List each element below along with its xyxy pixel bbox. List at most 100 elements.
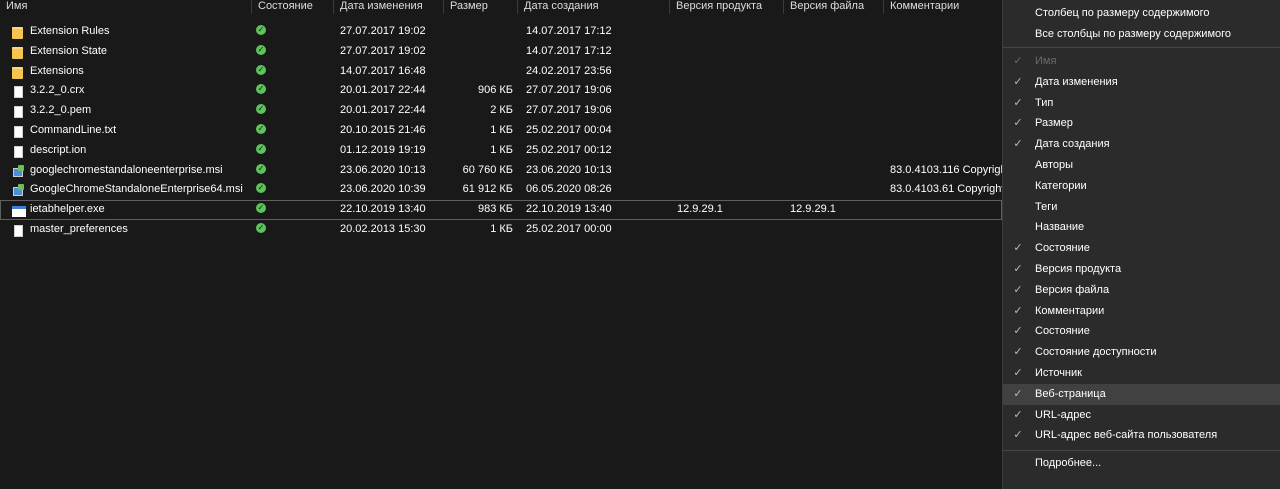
menu-item-column-toggle[interactable]: ✓ URL-адрес [1003, 405, 1280, 426]
text-file-icon [14, 126, 23, 139]
menu-item-column-toggle[interactable]: Название [1003, 217, 1280, 238]
file-product-version: 12.9.29.1 [677, 203, 723, 216]
menu-item-column-toggle[interactable]: Категории [1003, 176, 1280, 197]
column-header-comments[interactable]: Комментарии [884, 0, 1002, 14]
installer-icon [12, 184, 26, 197]
menu-item-column-toggle[interactable]: ✓ Состояние [1003, 238, 1280, 259]
file-name: GoogleChromeStandaloneEnterprise64.msi [30, 183, 243, 196]
menu-item-column-toggle[interactable]: ✓ Дата изменения [1003, 72, 1280, 93]
menu-item-more[interactable]: Подробнее... [1003, 453, 1280, 474]
menu-item-label: Комментарии [1035, 304, 1105, 317]
file-created: 25.02.2017 00:04 [526, 123, 612, 136]
file-product-version [677, 180, 787, 200]
checkmark-icon: ✓ [1013, 367, 1023, 379]
file-modified: 22.10.2019 13:40 [340, 203, 426, 216]
folder-icon [12, 27, 23, 40]
menu-item-column-toggle[interactable]: ✓ Источник [1003, 363, 1280, 384]
file-modified: 14.07.2017 16:48 [340, 64, 426, 77]
file-row[interactable]: 3.2.2_0.crx ✓ 20.01.2017 22:44 906 КБ 27.07.… [0, 81, 1002, 101]
column-header-modified[interactable]: Дата изменения [334, 0, 444, 14]
column-header-product-version[interactable]: Версия продукта [670, 0, 784, 14]
file-comment [890, 200, 1002, 220]
file-product-version [677, 121, 787, 141]
menu-item-column-toggle[interactable]: Теги [1003, 197, 1280, 218]
file-created: 24.02.2017 23:56 [526, 64, 612, 77]
file-row[interactable]: Extension Rules ✓ 27.07.2017 19:02 14.07.20… [0, 22, 1002, 42]
menu-item-label: Версия продукта [1035, 263, 1122, 275]
file-row[interactable]: GoogleChromeStandaloneEnterprise64.msi ✓ 2… [0, 180, 1002, 200]
file-name: Extension Rules [30, 25, 110, 37]
checkmark-icon: ✓ [1013, 387, 1023, 400]
file-product-version [677, 161, 787, 181]
file-size [445, 22, 513, 42]
file-row[interactable]: Extensions ✓ 14.07.2017 16:48 24.02.2017 23… [0, 62, 1002, 82]
file-file-version [790, 22, 885, 42]
column-header-file-version[interactable]: Версия файла [784, 0, 884, 14]
menu-item-label: Название [1035, 221, 1085, 234]
file-row[interactable]: descript.ion ✓ 01.12.2019 19:19 1 КБ 25.02.2… [0, 141, 1002, 161]
column-header-size[interactable]: Размер [444, 0, 518, 14]
file-comment [890, 42, 1002, 62]
menu-item-column-toggle[interactable]: ✓ Тип [1003, 93, 1280, 114]
file-row[interactable]: CommandLine.txt ✓ 20.10.2015 21:46 1 КБ 25.0… [0, 121, 1002, 141]
menu-item-size-column-to-fit[interactable]: Столбец по размеру содержимого [1003, 3, 1280, 24]
checkmark-icon: ✓ [1013, 346, 1023, 359]
check-circle-icon: ✓ [256, 104, 266, 115]
menu-item-column-toggle[interactable]: ✓ URL-адрес веб-сайта пользователя [1003, 425, 1280, 446]
menu-item-label: Версия файла [1035, 283, 1110, 296]
file-product-version [677, 81, 787, 101]
file-name: master_preferences [30, 222, 128, 235]
checkmark-icon: ✓ [1013, 283, 1023, 296]
menu-item-column-toggle[interactable]: ✓ Состояние доступности [1003, 342, 1280, 363]
file-name: descript.ion [30, 143, 87, 156]
menu-item-column-toggle[interactable]: ✓ Веб-страница [1003, 383, 1280, 405]
menu-item-column-toggle[interactable]: ✓ Размер [1003, 113, 1280, 134]
menu-item-size-all-columns-to-fit[interactable]: Все столбцы по размеру содержимого [1003, 24, 1280, 45]
menu-item-column-toggle[interactable]: ✓ Состояние [1003, 321, 1280, 342]
file-product-version [677, 101, 787, 121]
file-product-version [677, 22, 787, 42]
file-product-version [677, 220, 787, 240]
file-name: googlechromestandaloneenterprise.msi [30, 163, 223, 176]
file-size: 1 КБ [490, 143, 513, 156]
column-header-status[interactable]: Состояние [252, 0, 334, 14]
checkmark-icon: ✓ [1013, 55, 1023, 67]
file-comment [890, 22, 1002, 42]
menu-item-column-toggle[interactable]: ✓ Версия продукта [1003, 259, 1280, 280]
checkmark-icon: ✓ [1013, 242, 1023, 255]
menu-item-column-toggle[interactable]: ✓ Комментарии [1003, 301, 1280, 322]
file-name: CommandLine.txt [30, 123, 117, 136]
file-modified: 20.01.2017 22:44 [340, 104, 426, 117]
file-modified: 23.06.2020 10:13 [340, 163, 426, 176]
check-circle-icon: ✓ [256, 44, 266, 55]
menu-item-column-toggle[interactable]: ✓ Версия файла [1003, 280, 1280, 301]
menu-item-label: Теги [1035, 200, 1058, 213]
menu-item-column-toggle[interactable]: Авторы [1003, 155, 1280, 176]
menu-separator [1003, 450, 1280, 451]
menu-item-column-toggle[interactable]: ✓ Дата создания [1003, 134, 1280, 155]
file-file-version [790, 180, 885, 200]
column-header-name[interactable]: Имя [0, 0, 252, 14]
checkmark-icon: ✓ [1013, 304, 1023, 317]
file-row[interactable]: ietabhelper.exe ✓ 22.10.2019 13:40 983 КБ 22… [0, 200, 1002, 220]
file-name: ietabhelper.exe [30, 203, 105, 216]
file-row[interactable]: googlechromestandaloneenterprise.msi ✓ 23.… [0, 161, 1002, 181]
check-circle-icon: ✓ [256, 163, 266, 174]
file-row[interactable]: 3.2.2_0.pem ✓ 20.01.2017 22:44 2 КБ 27.07.20… [0, 101, 1002, 121]
file-modified: 27.07.2017 19:02 [340, 25, 426, 37]
file-size: 983 КБ [477, 203, 513, 216]
file-size [445, 42, 513, 62]
menu-item-label: Подробнее... [1035, 457, 1102, 469]
file-created: 14.07.2017 17:12 [526, 44, 612, 57]
file-row[interactable]: Extension State ✓ 27.07.2017 19:02 14.07.20… [0, 42, 1002, 62]
column-header-created[interactable]: Дата создания [518, 0, 670, 14]
file-row[interactable]: master_preferences ✓ 20.02.2013 15:30 1 КБ 2… [0, 220, 1002, 240]
application-icon [12, 205, 26, 217]
file-product-version [677, 42, 787, 62]
file-created: 25.02.2017 00:00 [526, 222, 612, 235]
folder-icon [12, 66, 23, 79]
file-created: 14.07.2017 17:12 [526, 25, 612, 37]
file-explorer: Имя Состояние Дата изменения Размер Дата… [0, 0, 1280, 489]
file-modified: 27.07.2017 19:02 [340, 44, 426, 57]
checkmark-icon: ✓ [1013, 408, 1023, 421]
